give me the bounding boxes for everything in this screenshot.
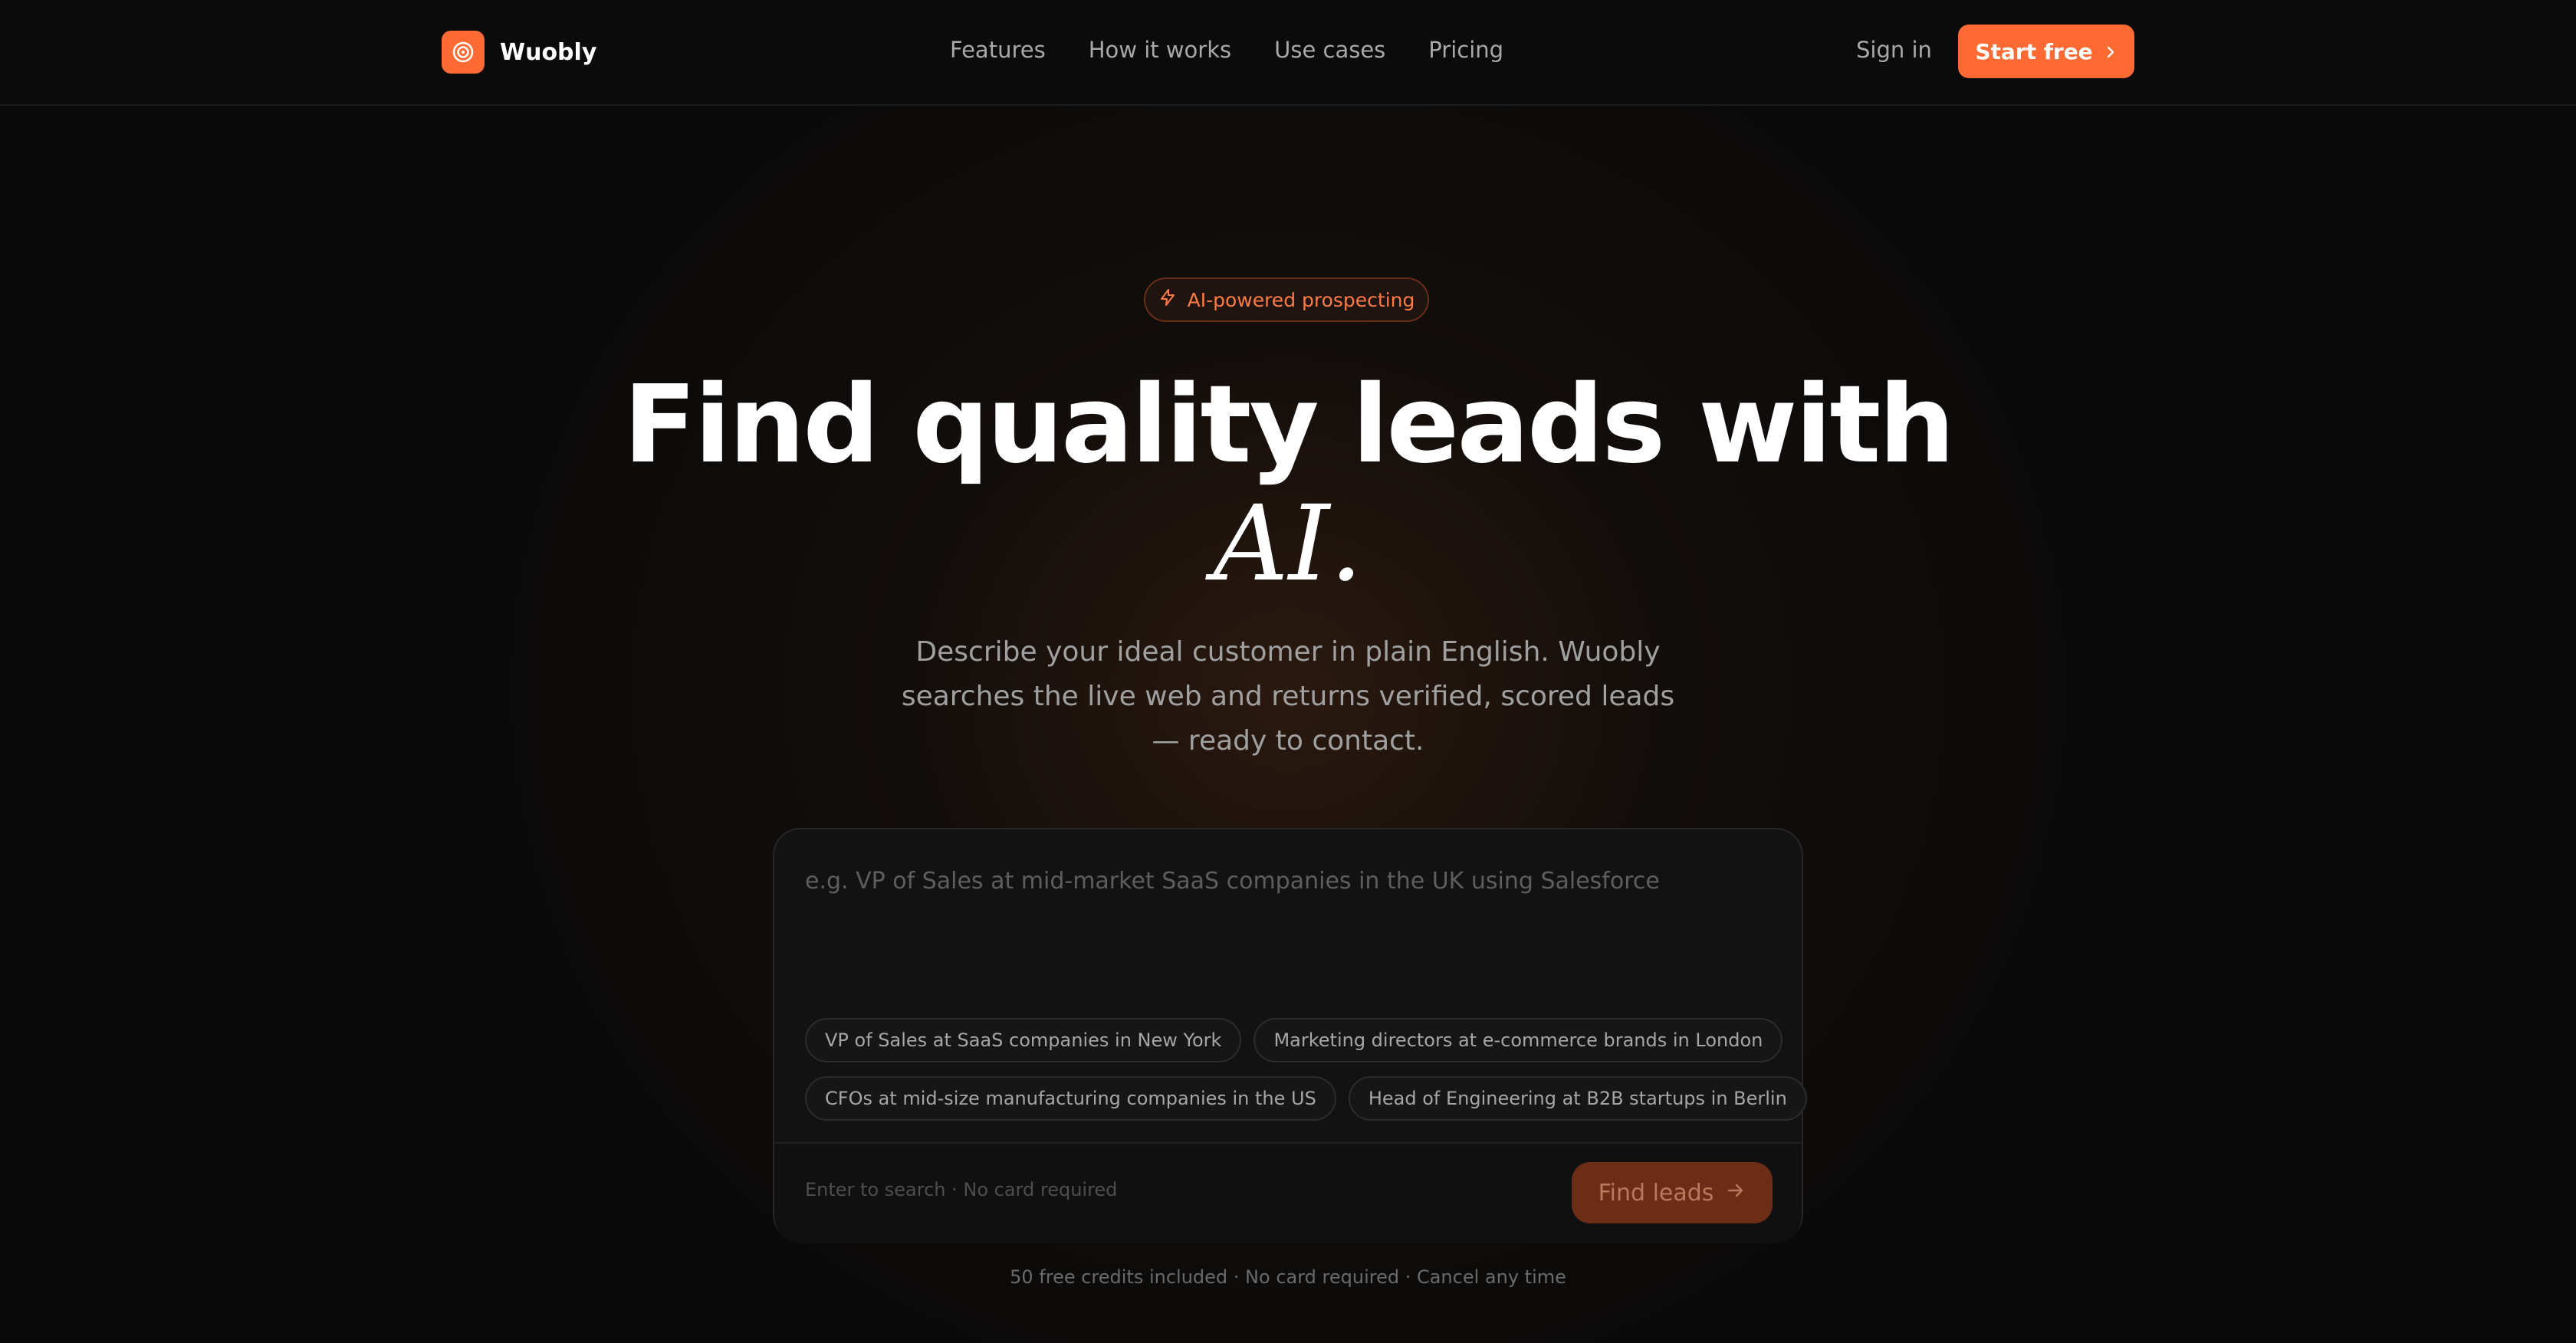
find-leads-button[interactable]: Find leads xyxy=(1572,1162,1773,1223)
start-free-button[interactable]: Start free xyxy=(1958,25,2134,78)
nav-link-pricing[interactable]: Pricing xyxy=(1428,37,1503,63)
brand-name: Wuobly xyxy=(500,38,597,66)
search-hint: Enter to search · No card required xyxy=(805,1179,1118,1200)
primary-nav: Features How it works Use cases Pricing xyxy=(950,37,1503,63)
credits-note: 50 free credits included · No card requi… xyxy=(1010,1266,1566,1288)
arrow-right-icon xyxy=(1726,1180,1746,1207)
nav-link-how-it-works[interactable]: How it works xyxy=(1089,37,1231,63)
sign-in-link[interactable]: Sign in xyxy=(1856,37,1932,63)
search-card-footer: Enter to search · No card required Find … xyxy=(774,1142,1802,1243)
suggestion-chip[interactable]: Head of Engineering at B2B startups in B… xyxy=(1348,1076,1807,1121)
find-leads-label: Find leads xyxy=(1598,1179,1714,1207)
suggestion-chips: VP of Sales at SaaS companies in New Yor… xyxy=(805,1018,1807,1134)
hero-subtitle: Describe your ideal customer in plain En… xyxy=(901,636,1675,757)
badge-label: AI-powered prospecting xyxy=(1187,288,1415,311)
lightning-icon xyxy=(1158,288,1177,311)
suggestion-chip[interactable]: CFOs at mid-size manufacturing companies… xyxy=(805,1076,1336,1121)
hero-title: Find quality leads with xyxy=(623,363,1955,488)
nav-link-features[interactable]: Features xyxy=(950,37,1046,63)
hero-title-accent: AI. xyxy=(1213,484,1363,605)
brand[interactable]: Wuobly xyxy=(442,29,596,75)
start-free-label: Start free xyxy=(1975,38,2093,64)
hero-badge: AI-powered prospecting xyxy=(1144,277,1429,322)
search-card: e.g. VP of Sales at mid-market SaaS comp… xyxy=(773,828,1807,1243)
nav-link-use-cases[interactable]: Use cases xyxy=(1274,37,1385,63)
chevron-right-icon xyxy=(2104,39,2118,64)
suggestion-chip[interactable]: Marketing directors at e-commerce brands… xyxy=(1254,1018,1783,1062)
top-nav: Wuobly Features How it works Use cases P… xyxy=(0,0,2576,106)
search-input[interactable]: e.g. VP of Sales at mid-market SaaS comp… xyxy=(805,868,1660,895)
suggestion-chip[interactable]: VP of Sales at SaaS companies in New Yor… xyxy=(805,1018,1242,1062)
target-icon xyxy=(442,31,485,74)
